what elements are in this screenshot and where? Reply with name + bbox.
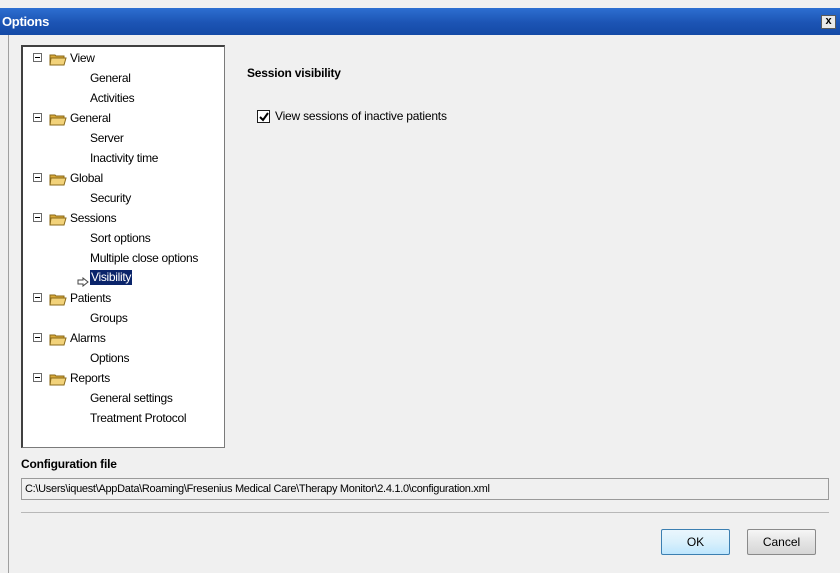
divider xyxy=(21,512,829,513)
tree-item-options[interactable]: Options xyxy=(23,348,223,368)
collapse-icon[interactable] xyxy=(33,53,42,62)
ok-button[interactable]: OK xyxy=(661,529,730,555)
tree-item-visibility[interactable]: Visibility xyxy=(23,268,223,288)
tree-item-treatment-protocol[interactable]: Treatment Protocol xyxy=(23,408,223,428)
tree-group-label: Alarms xyxy=(70,331,106,345)
options-dialog: Options x View General Activities General Se… xyxy=(0,0,840,573)
tree-group-global[interactable]: Global xyxy=(23,168,223,188)
checkbox-label[interactable]: View sessions of inactive patients xyxy=(275,109,447,123)
folder-icon xyxy=(49,372,67,386)
tree-group-label: Reports xyxy=(70,371,110,385)
tree-item-label: Security xyxy=(90,191,131,205)
tree-group-label: Global xyxy=(70,171,103,185)
tree-group-patients[interactable]: Patients xyxy=(23,288,223,308)
folder-icon xyxy=(49,172,67,186)
tree-item-general-settings[interactable]: General settings xyxy=(23,388,223,408)
tree-group-alarms[interactable]: Alarms xyxy=(23,328,223,348)
tree-item-sort-options[interactable]: Sort options xyxy=(23,228,223,248)
tree-item-inactivity-time[interactable]: Inactivity time xyxy=(23,148,223,168)
tree-group-label: Sessions xyxy=(70,211,117,225)
options-tree[interactable]: View General Activities General Server Inacti… xyxy=(21,45,225,448)
folder-icon xyxy=(49,212,67,226)
folder-icon xyxy=(49,292,67,306)
collapse-icon[interactable] xyxy=(33,113,42,122)
config-file-path: C:\Users\iquest\AppData\Roaming\Freseniu… xyxy=(21,478,829,500)
tree-item-label: Treatment Protocol xyxy=(90,411,187,425)
tree-group-label: View xyxy=(70,51,95,65)
config-file-title: Configuration file xyxy=(21,457,117,471)
tree-item-groups[interactable]: Groups xyxy=(23,308,223,328)
tree-item-label: General settings xyxy=(90,391,173,405)
tree-item-security[interactable]: Security xyxy=(23,188,223,208)
collapse-icon[interactable] xyxy=(33,333,42,342)
folder-icon xyxy=(49,332,67,346)
title-bar[interactable]: Options x xyxy=(0,8,840,35)
inactive-patients-checkbox[interactable] xyxy=(257,110,270,123)
tree-item-label: Visibility xyxy=(90,270,133,285)
tree-item-label: General xyxy=(90,71,131,85)
folder-icon xyxy=(49,52,67,66)
tree-item-label: Sort options xyxy=(90,231,151,245)
arrow-right-icon xyxy=(77,273,89,288)
collapse-icon[interactable] xyxy=(33,173,42,182)
close-button[interactable]: x xyxy=(821,15,836,29)
tree-item-label: Inactivity time xyxy=(90,151,159,165)
collapse-icon[interactable] xyxy=(33,213,42,222)
collapse-icon[interactable] xyxy=(33,373,42,382)
folder-icon xyxy=(49,112,67,126)
tree-group-view[interactable]: View xyxy=(23,48,223,68)
tree-item-label: Options xyxy=(90,351,130,365)
close-icon: x xyxy=(825,15,832,27)
tree-item-activities[interactable]: Activities xyxy=(23,88,223,108)
checkmark-icon xyxy=(259,112,269,122)
collapse-icon[interactable] xyxy=(33,293,42,302)
cancel-button[interactable]: Cancel xyxy=(747,529,816,555)
tree-item-label: Multiple close options xyxy=(90,251,199,265)
tree-group-label: General xyxy=(70,111,111,125)
tree-group-sessions[interactable]: Sessions xyxy=(23,208,223,228)
tree-item-label: Groups xyxy=(90,311,128,325)
tree-item-multiple-close-options[interactable]: Multiple close options xyxy=(23,248,223,268)
tree-item-general[interactable]: General xyxy=(23,68,223,88)
section-title: Session visibility xyxy=(247,66,341,80)
tree-group-general[interactable]: General xyxy=(23,108,223,128)
tree-item-label: Activities xyxy=(90,91,135,105)
window-title: Options xyxy=(2,14,50,29)
tree-group-reports[interactable]: Reports xyxy=(23,368,223,388)
tree-item-label: Server xyxy=(90,131,124,145)
tree-group-label: Patients xyxy=(70,291,111,305)
tree-item-server[interactable]: Server xyxy=(23,128,223,148)
dialog-body: View General Activities General Server Inacti… xyxy=(8,35,840,573)
